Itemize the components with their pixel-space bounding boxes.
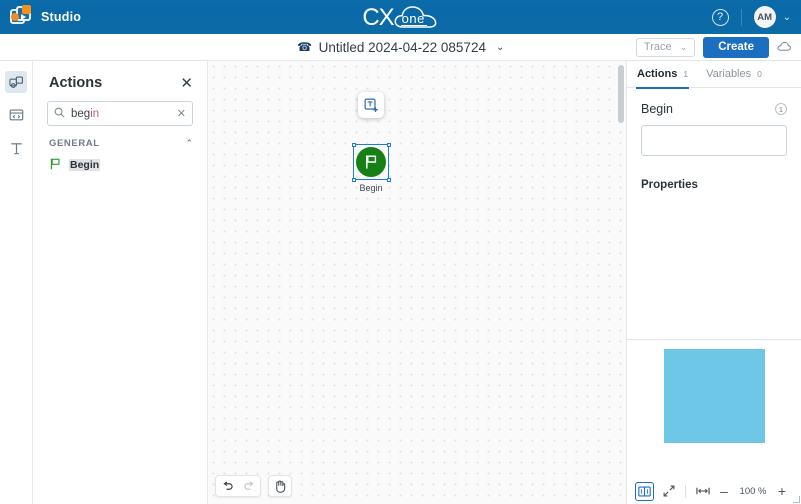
- selected-action-label: Begin: [641, 102, 673, 116]
- action-name-field[interactable]: [641, 125, 787, 156]
- actions-panel-header: Actions ✕: [33, 61, 207, 101]
- properties-body: [627, 191, 801, 336]
- avatar[interactable]: AM: [754, 6, 776, 28]
- zoom-out-button[interactable]: –: [717, 483, 731, 499]
- properties-panel: Actions 1 Variables 0 Begin 1 Properties: [626, 61, 801, 504]
- status-badge: 1: [775, 103, 787, 115]
- add-text-annotation-icon[interactable]: [358, 92, 384, 118]
- close-icon[interactable]: ✕: [180, 76, 193, 91]
- help-icon[interactable]: ?: [712, 9, 729, 26]
- tab-variables-label: Variables: [706, 68, 751, 80]
- brand-cx-text: CX: [362, 6, 393, 30]
- tab-variables[interactable]: Variables 0: [706, 61, 762, 88]
- chevron-up-icon[interactable]: ⌃: [185, 138, 193, 149]
- actions-panel: Actions ✕ begin ✕ GENERAL ⌃ Begin: [33, 61, 208, 504]
- text-tool-icon[interactable]: [5, 137, 27, 159]
- resize-handle[interactable]: [352, 178, 356, 182]
- undo-icon[interactable]: [216, 475, 238, 497]
- cloud-logo-icon: one: [393, 4, 439, 30]
- tab-actions[interactable]: Actions 1: [637, 61, 688, 88]
- pan-hand-icon[interactable]: [269, 475, 291, 497]
- zoom-in-button[interactable]: +: [775, 483, 789, 499]
- flag-icon: [50, 158, 61, 172]
- section-header-general[interactable]: GENERAL ⌃: [33, 126, 207, 155]
- zoom-toolbar: – 100 % +: [627, 478, 801, 504]
- search-clear-icon[interactable]: ✕: [177, 107, 186, 120]
- minimap-viewport[interactable]: [664, 349, 765, 443]
- resize-handle[interactable]: [387, 143, 391, 147]
- list-item[interactable]: Begin: [33, 155, 207, 175]
- cloud-save-icon[interactable]: [777, 40, 793, 55]
- top-bar-right-group: ? AM ⌄: [712, 0, 801, 34]
- expand-arrows-icon[interactable]: [659, 482, 678, 501]
- page-title: Untitled 2024-04-22 085724: [319, 40, 486, 55]
- pan-tool-group: [268, 475, 292, 497]
- flow-node-begin[interactable]: [356, 147, 386, 177]
- selected-action-row: Begin 1: [627, 88, 801, 116]
- cxone-brand-logo: CX one: [0, 0, 801, 34]
- title-chevron-down-icon[interactable]: ⌄: [496, 42, 504, 53]
- panel-tabs: Actions 1 Variables 0: [627, 61, 801, 88]
- canvas-toolbar: [215, 475, 292, 497]
- tab-actions-count: 1: [683, 69, 688, 79]
- resize-handle[interactable]: [387, 178, 391, 182]
- window-resize-handle[interactable]: [793, 496, 800, 503]
- phone-icon: ☎: [297, 40, 312, 54]
- avatar-chevron-down-icon[interactable]: ⌄: [783, 12, 791, 23]
- search-input-value: begin: [71, 108, 171, 120]
- toolbar-divider: [685, 485, 686, 498]
- trace-dropdown-button[interactable]: Trace ⌄: [636, 38, 695, 57]
- top-bar-divider: [741, 9, 742, 26]
- node-selection-box[interactable]: [353, 144, 389, 180]
- document-header-bar: ☎ Untitled 2024-04-22 085724 ⌄ Trace ⌄ C…: [0, 34, 801, 61]
- trace-label: Trace: [644, 41, 672, 53]
- snippet-code-icon[interactable]: [5, 104, 27, 126]
- flow-canvas[interactable]: Begin: [208, 61, 626, 504]
- section-label: GENERAL: [49, 138, 100, 149]
- list-item-label: Begin: [69, 159, 100, 171]
- brand-one-text: one: [402, 11, 425, 26]
- flow-node-label: Begin: [353, 183, 389, 193]
- app-logo-group[interactable]: Studio: [0, 6, 81, 28]
- app-name-label: Studio: [41, 10, 81, 24]
- flow-node-begin-group: Begin: [353, 144, 389, 193]
- tab-actions-label: Actions: [637, 68, 677, 80]
- zoom-level-label: 100 %: [736, 486, 770, 497]
- search-icon: [54, 107, 65, 121]
- tab-variables-count: 0: [757, 69, 762, 79]
- actions-library-icon[interactable]: [5, 71, 27, 93]
- undo-redo-group: [215, 475, 261, 497]
- top-app-bar: Studio CX one ? AM ⌄: [0, 0, 801, 34]
- header-actions-group: Trace ⌄ Create: [636, 37, 793, 58]
- minimap-book-icon[interactable]: [635, 482, 654, 501]
- search-input[interactable]: begin ✕: [47, 101, 193, 126]
- left-tool-rail: [0, 61, 33, 504]
- actions-panel-title: Actions: [49, 75, 102, 91]
- search-text-prefix: beg: [71, 108, 90, 120]
- resize-handle[interactable]: [352, 143, 356, 147]
- redo-icon[interactable]: [238, 475, 260, 497]
- studio-logo-icon: [10, 6, 32, 28]
- fit-width-icon[interactable]: [693, 482, 712, 501]
- create-button[interactable]: Create: [703, 37, 769, 58]
- chevron-down-icon: ⌄: [680, 42, 688, 53]
- search-text-match: in: [90, 108, 99, 120]
- minimap-panel[interactable]: [627, 339, 801, 478]
- canvas-vertical-scrollbar[interactable]: [618, 65, 624, 123]
- properties-title: Properties: [627, 156, 801, 191]
